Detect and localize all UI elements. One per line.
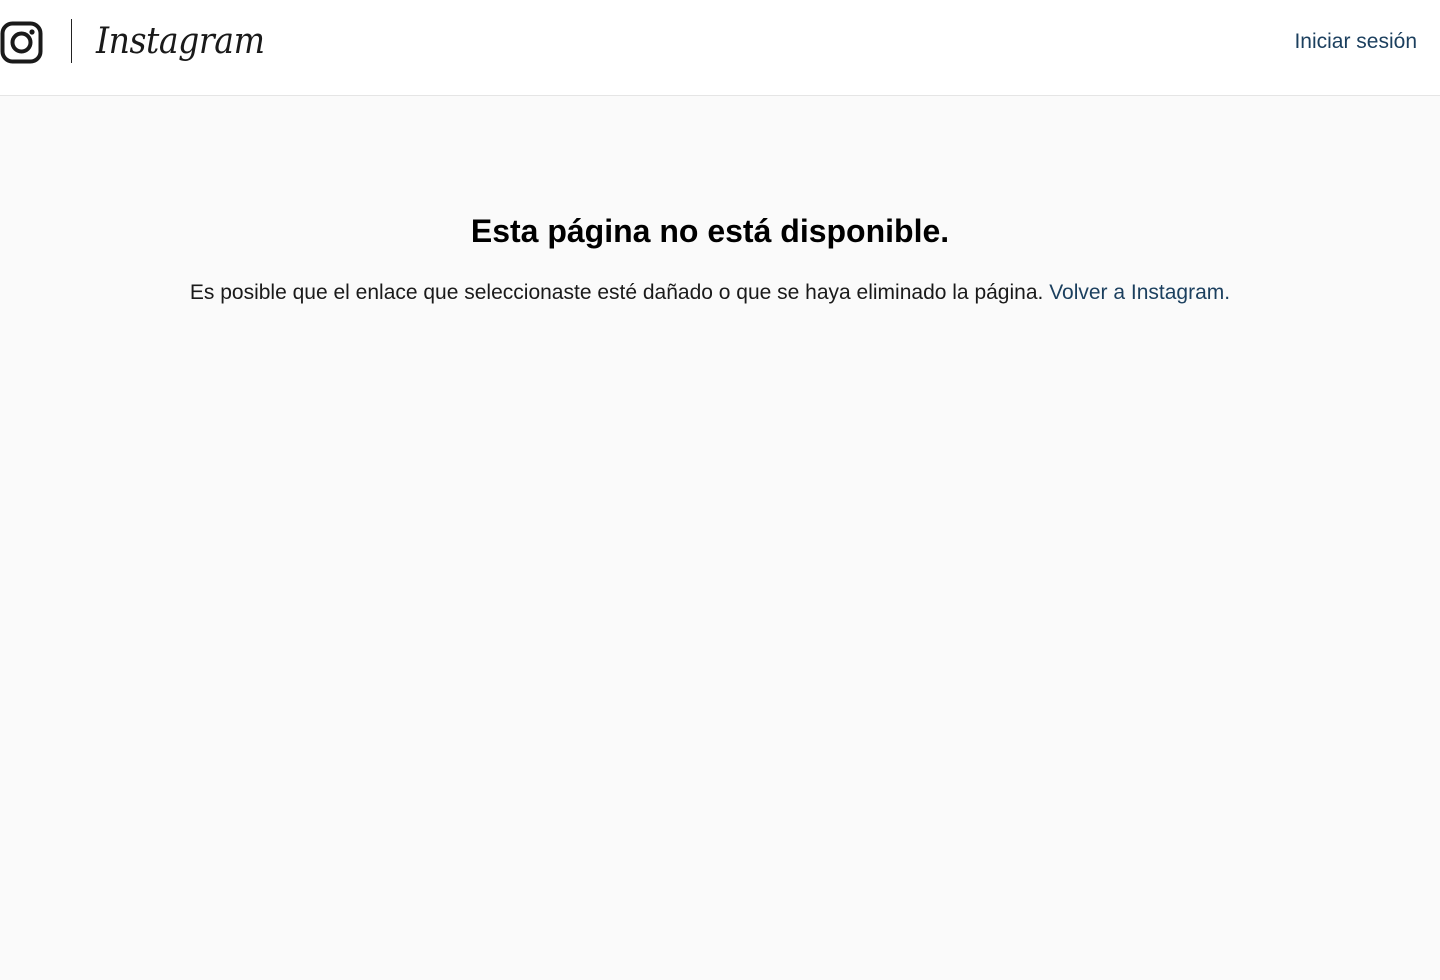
instagram-wordmark-logo[interactable]: Instagram bbox=[96, 14, 265, 70]
instagram-camera-icon[interactable] bbox=[0, 21, 43, 64]
unavailable-message: Es posible que el enlace que seleccionas… bbox=[0, 279, 1420, 307]
unavailable-message-text: Es posible que el enlace que seleccionas… bbox=[189, 281, 1044, 304]
instagram-camera-icon-graphic bbox=[0, 21, 43, 64]
header-divider bbox=[71, 19, 72, 63]
top-header: Instagram Iniciar sesión bbox=[0, 0, 1440, 96]
page-title: Esta página no está disponible. bbox=[470, 213, 950, 249]
main-content: Esta página no está disponible. Es posib… bbox=[0, 97, 1440, 980]
back-to-instagram-link[interactable]: Volver a Instagram. bbox=[1049, 281, 1230, 304]
login-link[interactable]: Iniciar sesión bbox=[1294, 28, 1417, 56]
